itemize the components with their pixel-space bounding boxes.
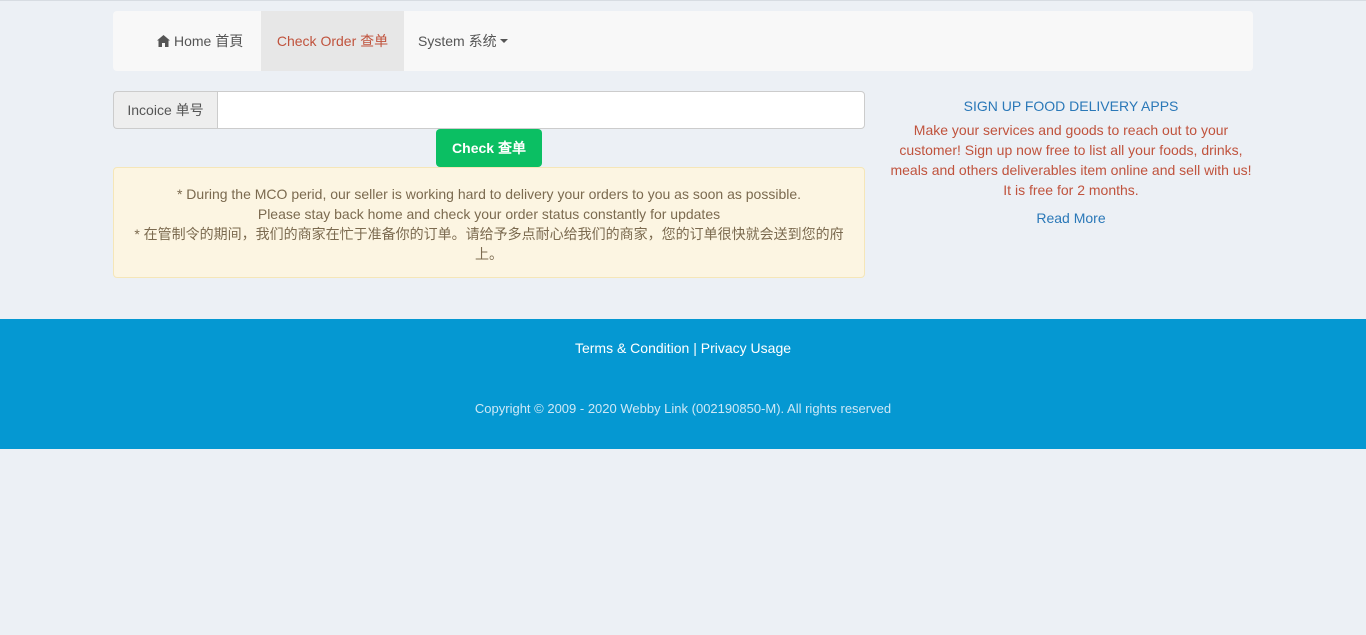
top-border xyxy=(0,0,1366,1)
invoice-label: Incoice 单号 xyxy=(113,91,217,129)
nav-system-label: System 系统 xyxy=(418,33,497,49)
check-button[interactable]: Check 查单 xyxy=(436,129,542,167)
alert-line-2: Please stay back home and check your ord… xyxy=(257,206,721,222)
top-navbar: Home 首頁 Check Order 查单 System 系统 xyxy=(113,11,1253,71)
alert-line-1: * During the MCO perid, our seller is wo… xyxy=(176,186,802,202)
copyright-text: Copyright © 2009 - 2020 Webby Link (0021… xyxy=(474,401,892,416)
invoice-input-group: Incoice 单号 xyxy=(113,91,865,129)
nav-system-dropdown[interactable]: System 系统 xyxy=(418,11,518,71)
nav-home-label: Home 首頁 xyxy=(174,33,244,49)
terms-link[interactable]: Terms & Condition xyxy=(575,340,689,356)
privacy-link[interactable]: Privacy Usage xyxy=(701,340,791,356)
nav-check-order[interactable]: Check Order 查单 xyxy=(261,11,404,71)
home-icon xyxy=(157,35,170,47)
footer-links: Terms & Condition | Privacy Usage xyxy=(0,340,1366,356)
nav-home[interactable]: Home 首頁 xyxy=(157,11,261,71)
caret-down-icon xyxy=(499,39,508,43)
alert-line-3: * 在管制令的期间，我们的商家在忙于准备你的订单。请给予多点耐心给我们的商家，您… xyxy=(134,226,844,262)
footer-separator: | xyxy=(693,340,697,356)
promo-panel: SIGN UP FOOD DELIVERY APPS Make your ser… xyxy=(886,96,1256,226)
invoice-input[interactable] xyxy=(217,91,865,129)
read-more-link[interactable]: Read More xyxy=(1036,210,1105,226)
promo-title: SIGN UP FOOD DELIVERY APPS xyxy=(963,98,1179,114)
mco-notice-alert: * During the MCO perid, our seller is wo… xyxy=(113,167,865,278)
footer: Terms & Condition | Privacy Usage Copyri… xyxy=(0,319,1366,449)
promo-text: Make your services and goods to reach ou… xyxy=(890,122,1252,198)
nav-check-order-label: Check Order 查单 xyxy=(276,33,389,49)
